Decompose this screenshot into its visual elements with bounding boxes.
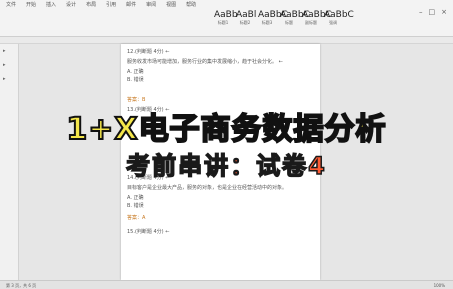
ribbon-tab[interactable]: 设计: [66, 1, 76, 8]
ruler: [0, 37, 453, 44]
style-item[interactable]: AaBbC 标题: [280, 10, 310, 26]
nav-icon[interactable]: ▸: [0, 58, 18, 72]
style-glyph: AaBb: [214, 10, 238, 20]
ribbon-tab[interactable]: 邮件: [126, 1, 136, 8]
style-name: 标题3: [261, 20, 273, 25]
style-glyph: AaBl: [236, 10, 257, 20]
style-item[interactable]: AaBb 标题1: [214, 10, 238, 26]
zoom-level[interactable]: 100%: [434, 283, 445, 288]
title-overlay: 1+X电子商务数据分析 考前串讲：试卷4: [0, 92, 453, 192]
style-item[interactable]: AaBbC 标题3: [258, 10, 288, 26]
doc-line: 12.(判断题 4分) ←: [127, 49, 170, 55]
doc-line: B. 错误: [127, 77, 144, 83]
close-icon[interactable]: ×: [441, 8, 447, 16]
style-name: 强调: [329, 20, 337, 25]
style-name: 标题2: [239, 20, 251, 25]
styles-gallery: AaBb 标题1 AaBl 标题2 AaBbC 标题3 AaBbC 标题 AaBbC 副标…: [214, 10, 354, 26]
style-item[interactable]: AaBl 标题2: [236, 10, 257, 26]
ribbon-tab[interactable]: 审阅: [146, 1, 156, 8]
ribbon: 文件 开始 插入 设计 布局 引用 邮件 审阅 视图 帮助 AaBb 标题1 Aa…: [0, 0, 453, 37]
minimize-icon[interactable]: –: [419, 8, 423, 16]
doc-line: 答案：A: [127, 215, 146, 221]
overlay-title: 1+X电子商务数据分析: [65, 111, 387, 148]
ribbon-tabs: 文件 开始 插入 设计 布局 引用 邮件 审阅 视图 帮助: [6, 1, 196, 8]
nav-icon[interactable]: ▸: [0, 72, 18, 86]
style-name: 标题: [285, 20, 293, 25]
doc-line: A. 正确: [127, 69, 144, 75]
doc-line: 15.(判断题 4分) ←: [127, 229, 170, 235]
doc-line: B. 错误: [127, 203, 144, 209]
maximize-icon[interactable]: □: [429, 8, 436, 16]
window-controls: – □ ×: [419, 8, 447, 16]
ribbon-tab[interactable]: 布局: [86, 1, 96, 8]
overlay-subtitle: 考前串讲：试卷4: [125, 151, 327, 181]
ribbon-tab[interactable]: 引用: [106, 1, 116, 8]
doc-line: 服务收发市场可能增加，服务行业的集中发展缩小，趋于社会分化。 ←: [127, 59, 283, 65]
ribbon-tab[interactable]: 开始: [26, 1, 36, 8]
ribbon-tab[interactable]: 文件: [6, 1, 16, 8]
style-name: 标题1: [217, 20, 229, 25]
nav-icon[interactable]: ▸: [0, 44, 18, 58]
ribbon-tab[interactable]: 视图: [166, 1, 176, 8]
ribbon-tab[interactable]: 帮助: [186, 1, 196, 8]
doc-line: A. 正确: [127, 195, 144, 201]
page-count: 第 3 页，共 6 页: [6, 283, 37, 288]
style-glyph: AaBbC: [324, 10, 354, 20]
style-item[interactable]: AaBbC 强调: [324, 10, 354, 26]
style-name: 副标题: [305, 20, 317, 25]
style-item[interactable]: AaBbC 副标题: [302, 10, 332, 26]
ribbon-tab[interactable]: 插入: [46, 1, 56, 8]
